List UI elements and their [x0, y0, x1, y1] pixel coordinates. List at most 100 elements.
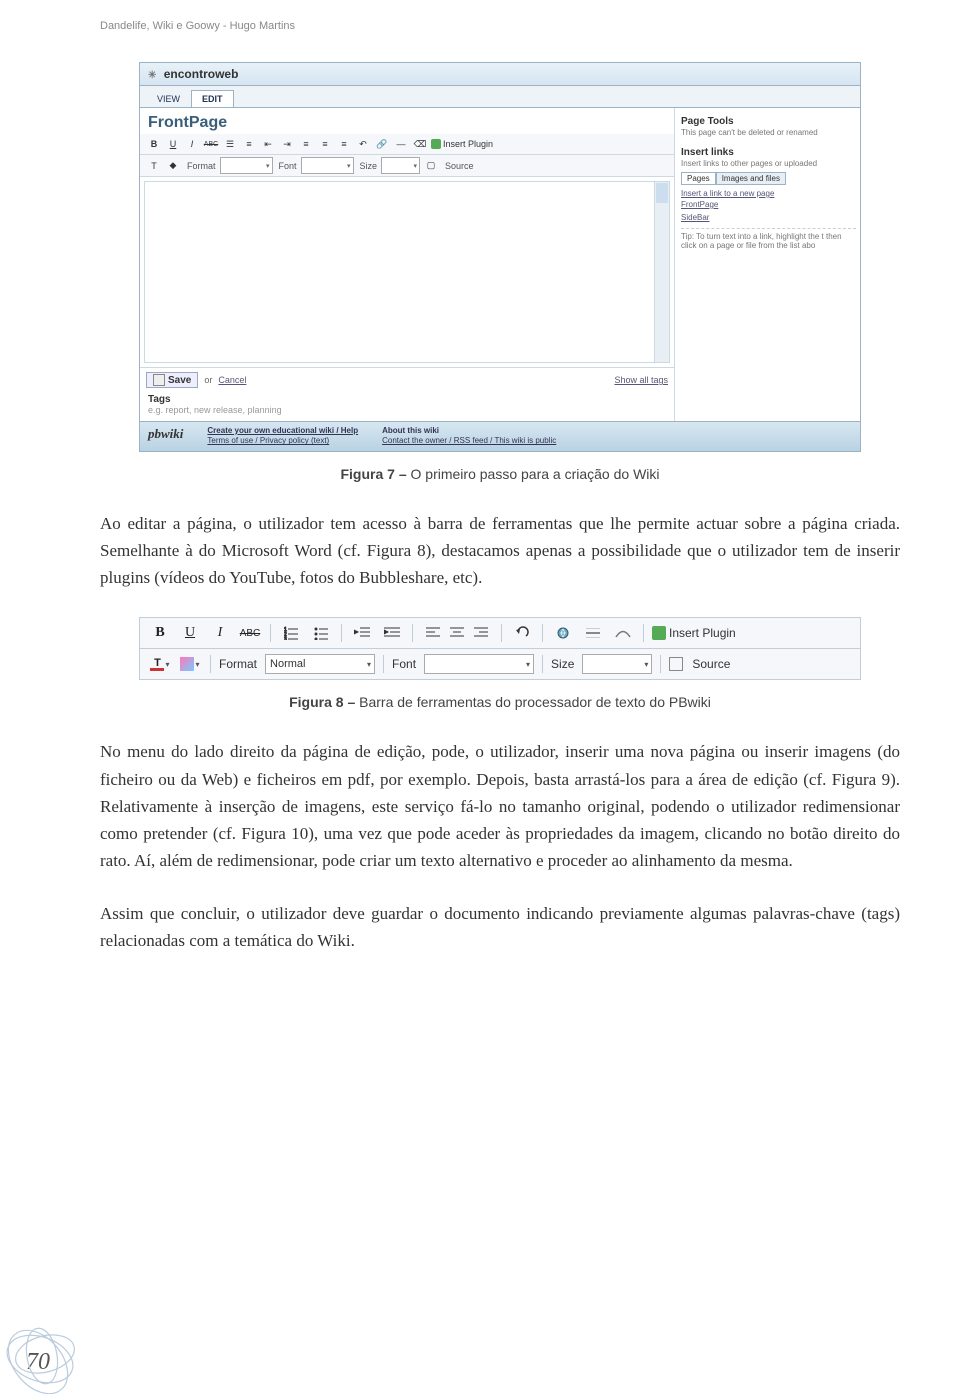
insert-plugin-label: Insert Plugin [669, 626, 736, 640]
page-mode-tabs: VIEW EDIT [140, 86, 860, 108]
editor-toolbar-row-2: T ◆ Format Font Size ▢ Source [140, 155, 674, 177]
bg-color-button[interactable]: ◆ [165, 158, 181, 174]
footer-about-heading: About this wiki [382, 426, 556, 436]
paragraph-2: No menu do lado direito da página de edi… [100, 738, 900, 874]
font-select[interactable] [301, 157, 354, 174]
save-icon [153, 374, 165, 386]
source-toggle[interactable]: Source [692, 657, 730, 671]
footer-create-link[interactable]: Create your own educational wiki / Help [207, 426, 358, 436]
align-left-button[interactable] [421, 622, 445, 644]
sidebar-tip: Tip: To turn text into a link, highlight… [681, 228, 856, 250]
insert-links-heading: Insert links [681, 147, 856, 158]
italic-button[interactable]: I [184, 136, 200, 152]
size-select[interactable] [582, 654, 652, 674]
figure-8-caption: Figura 8 – Barra de ferramentas do proce… [100, 694, 900, 710]
show-all-tags-link[interactable]: Show all tags [614, 375, 668, 385]
link-button[interactable] [551, 622, 575, 644]
running-header: Dandelife, Wiki e Goowy - Hugo Martins [100, 20, 900, 32]
figure-7-screenshot: ✳ encontroweb VIEW EDIT FrontPage B U I … [139, 62, 861, 452]
insert-links-note: Insert links to other pages or uploaded [681, 159, 856, 168]
ordered-list-button[interactable]: ☰ [222, 136, 238, 152]
save-bar: Save or Cancel Show all tags [140, 367, 674, 392]
format-select[interactable]: Normal [265, 654, 375, 674]
bold-button[interactable]: B [146, 136, 162, 152]
wiki-page-title: FrontPage [140, 108, 674, 134]
format-label: Format [219, 657, 257, 671]
unordered-list-button[interactable] [309, 622, 333, 644]
page-tools-note: This page can't be deleted or renamed [681, 128, 856, 137]
tags-label: Tags [148, 394, 666, 405]
format-label: Format [187, 161, 216, 171]
undo-button[interactable] [510, 622, 534, 644]
outdent-button[interactable]: ⇤ [260, 136, 276, 152]
font-label: Font [279, 161, 297, 171]
text-color-button[interactable]: T [146, 158, 162, 174]
remove-format-button[interactable]: ⌫ [412, 136, 428, 152]
underline-button[interactable]: U [165, 136, 181, 152]
toolbar-row-2: T Format Normal Font Size Source [140, 649, 860, 679]
indent-button[interactable]: ⇥ [279, 136, 295, 152]
new-page-link[interactable]: Insert a link to a new page [681, 189, 856, 198]
indent-button[interactable] [380, 622, 404, 644]
bg-color-button[interactable] [178, 653, 202, 675]
text-color-button[interactable]: T [148, 653, 172, 675]
underline-button[interactable]: U [178, 622, 202, 644]
footer-terms-link[interactable]: Terms of use / Privacy policy (text) [207, 436, 358, 446]
source-label: Source [445, 161, 474, 171]
page-link-frontpage[interactable]: FrontPage [681, 198, 856, 211]
scrollbar-vertical[interactable] [654, 182, 669, 362]
svg-text:3: 3 [284, 637, 287, 640]
align-right-button[interactable]: ≡ [336, 136, 352, 152]
or-label: or [204, 375, 212, 385]
align-left-button[interactable]: ≡ [298, 136, 314, 152]
ordered-list-button[interactable]: 123 [279, 622, 303, 644]
cancel-link[interactable]: Cancel [218, 375, 246, 385]
insert-plugin-button[interactable]: Insert Plugin [652, 626, 736, 640]
link-button[interactable]: 🔗 [374, 136, 390, 152]
align-right-button[interactable] [469, 622, 493, 644]
font-label: Font [392, 657, 416, 671]
size-label: Size [360, 161, 378, 171]
tab-pages[interactable]: Pages [681, 172, 716, 185]
save-button[interactable]: Save [146, 372, 198, 388]
outdent-button[interactable] [350, 622, 374, 644]
editor-toolbar-row-1: B U I ABC ☰ ≡ ⇤ ⇥ ≡ ≡ ≡ ↶ 🔗 — ⌫ [140, 134, 674, 155]
tags-placeholder[interactable]: e.g. report, new release, planning [148, 405, 666, 415]
paragraph-3: Assim que concluir, o utilizador deve gu… [100, 900, 900, 954]
plugin-icon [652, 626, 666, 640]
insert-plugin-button[interactable]: Insert Plugin [431, 139, 493, 149]
align-center-button[interactable]: ≡ [317, 136, 333, 152]
plugin-icon [431, 139, 441, 149]
undo-button[interactable]: ↶ [355, 136, 371, 152]
hr-button[interactable] [581, 622, 605, 644]
hr-button[interactable]: — [393, 136, 409, 152]
insert-plugin-label: Insert Plugin [443, 139, 493, 149]
page-link-sidebar[interactable]: SideBar [681, 211, 856, 224]
toolbar-row-1: B U I ABC 123 [140, 618, 860, 649]
bold-button[interactable]: B [148, 622, 172, 644]
window-titlebar: ✳ encontroweb [140, 63, 860, 86]
font-select[interactable] [424, 654, 534, 674]
italic-button[interactable]: I [208, 622, 232, 644]
tab-view[interactable]: VIEW [146, 90, 191, 107]
wiki-icon: ✳ [148, 70, 156, 81]
wiki-footer: pbwiki Create your own educational wiki … [140, 421, 860, 451]
tags-row: Tags e.g. report, new release, planning [140, 392, 674, 421]
footer-contact-link[interactable]: Contact the owner / RSS feed / This wiki… [382, 436, 556, 446]
size-select[interactable] [381, 157, 420, 174]
unordered-list-button[interactable]: ≡ [241, 136, 257, 152]
source-icon [669, 657, 683, 671]
editor-textarea[interactable] [144, 181, 670, 363]
remove-format-button[interactable] [611, 622, 635, 644]
paragraph-1: Ao editar a página, o utilizador tem ace… [100, 510, 900, 592]
format-select[interactable] [220, 157, 273, 174]
align-center-button[interactable] [445, 622, 469, 644]
sidebar-panel: Page Tools This page can't be deleted or… [675, 108, 860, 421]
insert-links-tabs: Pages Images and files [681, 172, 856, 185]
tab-images-files[interactable]: Images and files [716, 172, 786, 185]
strikethrough-button[interactable]: ABC [203, 136, 219, 152]
tab-edit[interactable]: EDIT [191, 90, 234, 107]
source-toggle[interactable]: ▢ [423, 158, 439, 174]
strikethrough-button[interactable]: ABC [238, 622, 262, 644]
save-label: Save [168, 375, 191, 386]
